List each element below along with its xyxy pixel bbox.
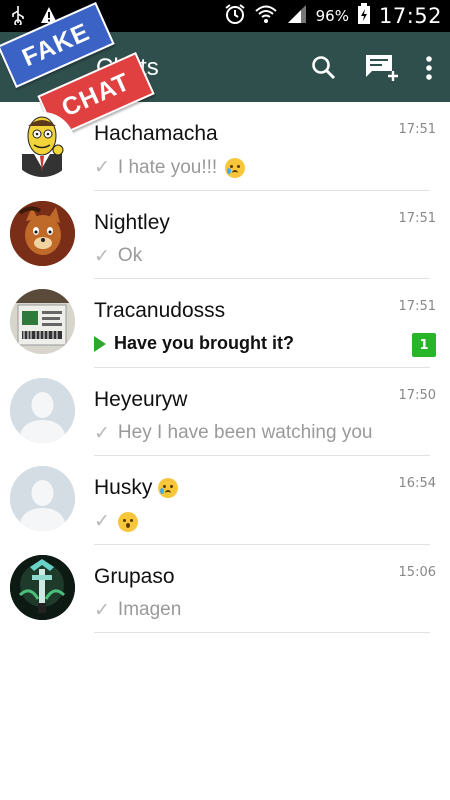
overflow-menu-button[interactable] xyxy=(422,50,436,86)
chat-preview-text: Hey I have been watching you xyxy=(117,422,373,443)
chat-row-heyeuryw[interactable]: Heyeuryw 17:50 ✓ Hey I have been watchin… xyxy=(0,368,450,456)
chat-time: 17:50 xyxy=(398,387,436,403)
chat-time: 17:51 xyxy=(398,210,436,226)
chat-name: Nightley xyxy=(94,210,170,234)
chat-preview-text: Have you brought it? xyxy=(114,333,294,353)
surprised-emoji-icon xyxy=(117,511,138,532)
page-title: Chats xyxy=(96,54,159,81)
search-button[interactable] xyxy=(306,50,342,86)
app-bar: Chats xyxy=(0,32,450,102)
new-chat-icon xyxy=(366,55,398,81)
chat-row-nightley[interactable]: Nightley 17:51 ✓ Ok xyxy=(0,191,450,279)
chat-preview-text: Imagen xyxy=(117,599,182,620)
chat-preview-text: I hate you!!! xyxy=(117,156,218,178)
chat-time: 15:06 xyxy=(398,564,436,580)
signal-icon xyxy=(286,3,308,29)
status-bar-left xyxy=(10,5,58,29)
new-chat-button[interactable] xyxy=(364,50,400,86)
chat-row-tracanudosss[interactable]: Tracanudosss 17:51 Have you brought it? … xyxy=(0,279,450,368)
battery-percent: 96% xyxy=(315,7,349,25)
search-icon xyxy=(312,56,336,80)
chat-time: 17:51 xyxy=(398,299,436,314)
chat-list: Hachamacha 17:51 ✓ I hate you!!! Nightle… xyxy=(0,102,450,633)
chat-preview: ✓ Hey I have been watching you xyxy=(94,422,372,445)
status-bar-right: 96% 17:52 xyxy=(224,3,442,29)
avatar[interactable] xyxy=(10,289,75,354)
avatar[interactable] xyxy=(10,554,75,620)
chat-preview: ✓ I hate you!!! xyxy=(94,156,246,179)
chat-preview-text: Ok xyxy=(117,245,143,266)
check-icon: ✓ xyxy=(94,422,110,444)
crying-emoji-icon xyxy=(225,157,246,178)
chat-preview: ✓ Imagen xyxy=(94,599,181,622)
unread-badge: 1 xyxy=(412,333,436,357)
default-avatar-icon xyxy=(10,466,75,531)
chat-row-hachamacha[interactable]: Hachamacha 17:51 ✓ I hate you!!! xyxy=(0,102,450,191)
divider xyxy=(94,632,430,633)
chat-row-husky[interactable]: Husky 16:54 ✓ xyxy=(0,456,450,545)
alarm-icon xyxy=(224,3,246,29)
status-time: 17:52 xyxy=(378,4,442,28)
warning-icon xyxy=(40,6,58,28)
overflow-menu-icon xyxy=(426,56,432,80)
default-avatar-icon xyxy=(10,377,75,443)
avatar[interactable] xyxy=(10,466,75,531)
voice-message-play-icon xyxy=(94,335,106,352)
check-icon: ✓ xyxy=(94,511,110,532)
chat-time: 17:51 xyxy=(398,122,436,137)
crying-emoji-icon xyxy=(158,478,179,498)
wifi-icon xyxy=(254,3,278,29)
check-icon: ✓ xyxy=(94,157,110,178)
chat-time: 16:54 xyxy=(398,476,436,491)
usb-icon xyxy=(10,5,26,29)
avatar[interactable] xyxy=(10,200,75,266)
status-bar: 96% 17:52 xyxy=(0,0,450,32)
chat-preview: ✓ Ok xyxy=(94,245,142,268)
chat-preview: ✓ xyxy=(94,510,138,533)
app-bar-actions xyxy=(306,50,436,86)
chat-name: Husky xyxy=(94,476,179,500)
battery-icon xyxy=(357,3,371,29)
avatar[interactable] xyxy=(10,112,75,177)
chat-name: Tracanudosss xyxy=(94,299,226,322)
chat-row-grupaso[interactable]: Grupaso 15:06 ✓ Imagen xyxy=(0,545,450,633)
chat-name: Grupaso xyxy=(94,564,175,588)
chat-name-text: Husky xyxy=(94,476,153,499)
check-icon: ✓ xyxy=(94,245,110,267)
check-icon: ✓ xyxy=(94,599,110,621)
avatar[interactable] xyxy=(10,377,75,443)
chat-name: Hachamacha xyxy=(94,122,218,145)
chat-preview: Have you brought it? xyxy=(94,333,294,354)
chat-name: Heyeuryw xyxy=(94,387,188,411)
